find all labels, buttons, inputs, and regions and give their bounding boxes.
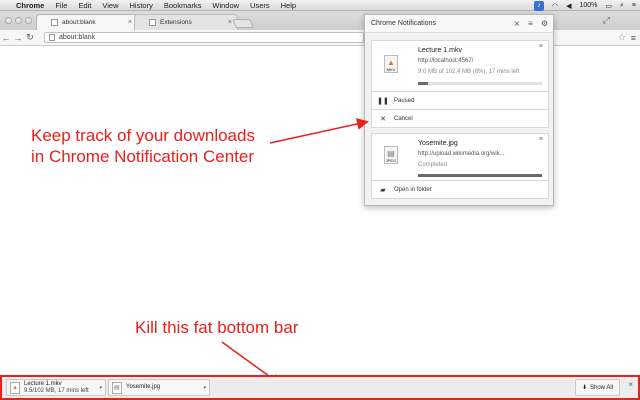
- video-file-icon: ▲: [10, 381, 20, 394]
- close-notification-icon[interactable]: ×: [539, 136, 543, 143]
- download-url: http://upload.wikimedia.org/wik...: [418, 151, 505, 157]
- download-notification-yosemite[interactable]: × ▤ JPEG Yosemite.jpg http://upload.wikim…: [371, 133, 549, 181]
- download-notification-lecture[interactable]: × ▲ MKV Lecture 1.mkv http://localhost:45…: [371, 40, 549, 92]
- puzzle-icon: [149, 19, 156, 26]
- pause-action-button[interactable]: ❚❚ Paused: [371, 92, 549, 110]
- arrow-to-notification-center: [269, 118, 369, 144]
- shelf-item-lecture[interactable]: ▲ Lecture 1.mkv 9.5/102 MB, 17 mins left…: [6, 379, 106, 396]
- show-all-label: Show All: [589, 384, 613, 391]
- clear-all-icon[interactable]: ≡: [528, 19, 533, 28]
- notification-center: Chrome Notifications ⨯ ≡ ⚙ × ▲ MKV Lectur…: [364, 14, 554, 206]
- annotation-top: Keep track of your downloads in Chrome N…: [31, 125, 255, 167]
- page-icon: [51, 19, 58, 26]
- wifi-icon[interactable]: ◠: [552, 2, 558, 10]
- cancel-action-button[interactable]: ✕ Cancel: [371, 110, 549, 128]
- notification-center-header: Chrome Notifications ⨯ ≡ ⚙: [365, 15, 553, 33]
- show-all-downloads-button[interactable]: ⬇ Show All: [574, 379, 620, 396]
- open-in-folder-button[interactable]: ▰ Open in folder: [371, 181, 549, 199]
- close-tab-icon[interactable]: ×: [228, 19, 232, 26]
- download-progress-fill: [418, 82, 428, 85]
- back-arrow-icon[interactable]: ←: [0, 33, 12, 43]
- close-notification-icon[interactable]: ×: [539, 43, 543, 50]
- window-controls: [5, 17, 32, 24]
- reload-icon[interactable]: ↻: [24, 32, 36, 43]
- shelf-item-yosemite[interactable]: ▤ Yosemite.jpg ▾: [108, 379, 210, 396]
- pause-action-label: Paused: [394, 97, 415, 104]
- page-icon: [49, 34, 55, 41]
- menu-window[interactable]: Window: [212, 1, 239, 10]
- download-shelf: ▲ Lecture 1.mkv 9.5/102 MB, 17 mins left…: [0, 375, 640, 400]
- image-file-icon: ▤: [112, 381, 122, 394]
- cancel-x-icon: ✕: [380, 115, 386, 123]
- menu-file[interactable]: File: [55, 1, 67, 10]
- menu-app-name[interactable]: Chrome: [16, 1, 44, 10]
- open-in-folder-label: Open in folder: [394, 186, 432, 193]
- annotation-top-line1: Keep track of your downloads: [31, 126, 255, 145]
- shelf-item-name: Lecture 1.mkv: [24, 381, 62, 387]
- mute-notifications-icon[interactable]: ⨯: [513, 19, 520, 28]
- close-window-button[interactable]: [5, 17, 12, 24]
- pause-icon: ❚❚: [377, 97, 389, 105]
- mac-menu-bar: Chrome File Edit View History Bookmarks …: [0, 0, 640, 11]
- shelf-item-status: 9.5/102 MB, 17 mins left: [24, 388, 89, 394]
- tab-about-blank[interactable]: about:blank ×: [36, 14, 138, 30]
- menu-bookmarks[interactable]: Bookmarks: [164, 1, 202, 10]
- volume-icon[interactable]: ◀: [566, 2, 571, 10]
- address-text: about:blank: [59, 34, 96, 41]
- download-status: Completed: [418, 162, 448, 168]
- menu-edit[interactable]: Edit: [78, 1, 91, 10]
- minimize-window-button[interactable]: [15, 17, 22, 24]
- new-tab-button[interactable]: [232, 19, 254, 28]
- download-arrow-icon: ⬇: [581, 385, 587, 391]
- chrome-menu-icon[interactable]: ≡: [631, 33, 636, 43]
- battery-icon[interactable]: ▭: [605, 2, 612, 10]
- spotlight-icon[interactable]: ⌕: [620, 2, 624, 10]
- shelf-item-name: Yosemite.jpg: [126, 384, 161, 390]
- bookmark-star-icon[interactable]: ☆: [618, 32, 626, 43]
- annotation-top-line2: in Chrome Notification Center: [31, 147, 254, 166]
- chevron-down-icon[interactable]: ▾: [99, 385, 102, 391]
- chevron-down-icon[interactable]: ▾: [203, 385, 206, 391]
- menu-users[interactable]: Users: [250, 1, 270, 10]
- menu-history[interactable]: History: [130, 1, 153, 10]
- download-progress-fill: [418, 174, 542, 177]
- download-url: http://localhost:4567/: [418, 58, 474, 64]
- tab-label: Extensions: [160, 19, 192, 26]
- close-tab-icon[interactable]: ×: [128, 19, 132, 26]
- menu-view[interactable]: View: [102, 1, 118, 10]
- zoom-window-button[interactable]: [25, 17, 32, 24]
- download-progress-bar: [418, 82, 542, 85]
- forward-arrow-icon[interactable]: →: [12, 33, 24, 43]
- menu-help[interactable]: Help: [281, 1, 296, 10]
- cancel-action-label: Cancel: [394, 115, 413, 122]
- settings-gear-icon[interactable]: ⚙: [541, 19, 548, 28]
- tab-extensions[interactable]: Extensions ×: [134, 14, 238, 30]
- download-filename: Yosemite.jpg: [418, 140, 458, 147]
- annotation-bottom: Kill this fat bottom bar: [135, 318, 299, 337]
- close-shelf-icon[interactable]: ×: [628, 380, 633, 389]
- video-file-icon: ▲ MKV: [384, 55, 398, 73]
- folder-icon: ▰: [380, 186, 386, 194]
- tab-label: about:blank: [62, 19, 96, 26]
- download-status: 9.0 MB of 102.4 MB (8%), 17 mins left: [418, 69, 520, 75]
- user-avatar-icon[interactable]: ⤢: [603, 15, 610, 26]
- notification-bell-icon[interactable]: ♪: [533, 0, 544, 11]
- list-icon[interactable]: ≡: [632, 2, 636, 9]
- notification-center-title: Chrome Notifications: [371, 20, 436, 27]
- address-bar[interactable]: about:blank: [44, 32, 364, 43]
- download-progress-bar: [418, 174, 542, 177]
- image-file-icon: ▤ JPEG: [384, 146, 398, 164]
- battery-label[interactable]: 100%: [579, 2, 597, 9]
- download-filename: Lecture 1.mkv: [418, 47, 462, 54]
